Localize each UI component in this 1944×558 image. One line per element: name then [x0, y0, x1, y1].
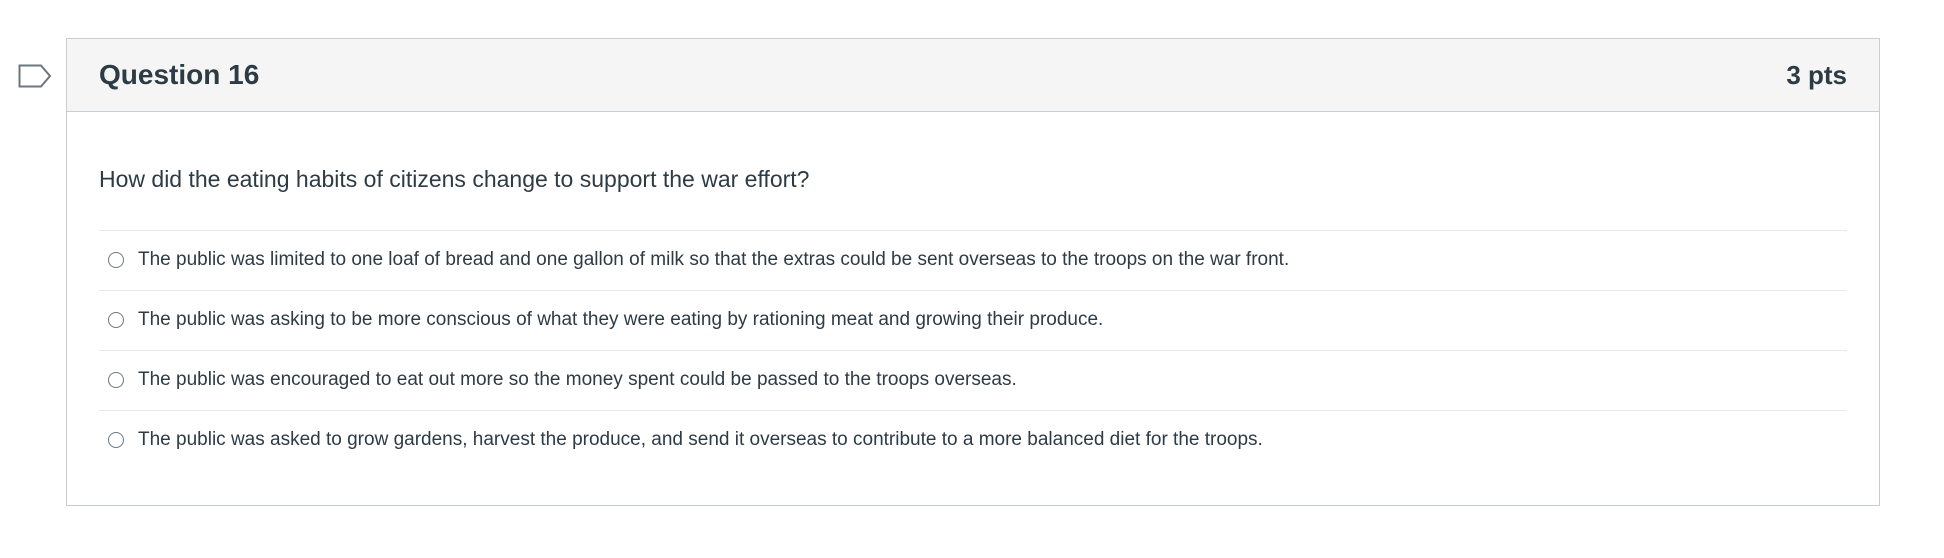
answer-label[interactable]: The public was asked to grow gardens, ha… [138, 429, 1263, 452]
question-points: 3 pts [1786, 59, 1847, 90]
answer-option-3[interactable]: The public was encouraged to eat out mor… [99, 351, 1847, 411]
answer-option-1[interactable]: The public was limited to one loaf of br… [99, 231, 1847, 291]
question-header: Question 16 3 pts [67, 39, 1879, 112]
answer-option-2[interactable]: The public was asking to be more conscio… [99, 291, 1847, 351]
question-text: How did the eating habits of citizens ch… [99, 166, 810, 192]
question-title: Question 16 [99, 59, 260, 90]
answer-label[interactable]: The public was encouraged to eat out mor… [138, 369, 1017, 392]
radio-button[interactable] [108, 252, 124, 269]
answer-option-4[interactable]: The public was asked to grow gardens, ha… [99, 411, 1847, 470]
question-body: How did the eating habits of citizens ch… [67, 166, 1879, 470]
radio-button[interactable] [108, 372, 124, 389]
answer-label[interactable]: The public was limited to one loaf of br… [138, 249, 1289, 272]
radio-button[interactable] [108, 432, 124, 449]
radio-button[interactable] [108, 312, 124, 329]
answer-list: The public was limited to one loaf of br… [99, 229, 1847, 470]
flag-question-icon[interactable] [18, 64, 52, 88]
question-card: Question 16 3 pts How did the eating hab… [66, 38, 1880, 506]
answer-label[interactable]: The public was asking to be more conscio… [138, 309, 1103, 332]
